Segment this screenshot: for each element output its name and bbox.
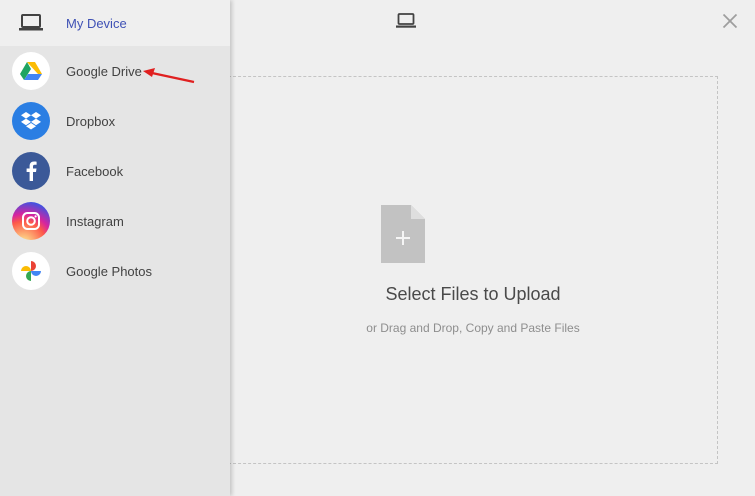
add-file-icon[interactable] xyxy=(381,205,425,263)
sidebar-item-facebook[interactable]: Facebook xyxy=(0,146,230,196)
drop-zone-subtitle: or Drag and Drop, Copy and Paste Files xyxy=(366,321,580,335)
sidebar-item-label: Google Drive xyxy=(66,63,142,79)
sidebar-item-label: My Device xyxy=(66,15,127,31)
sidebar-item-label: Dropbox xyxy=(66,113,116,129)
sidebar-item-dropbox[interactable]: Dropbox xyxy=(0,96,230,146)
sidebar-item-my-device[interactable]: My Device xyxy=(0,0,230,46)
sidebar-item-label: Google Photos xyxy=(66,263,153,279)
file-drop-zone[interactable]: Select Files to Upload or Drag and Drop,… xyxy=(228,76,718,464)
close-icon xyxy=(722,13,738,29)
laptop-icon xyxy=(18,10,44,36)
sidebar-item-label: Facebook xyxy=(66,163,124,179)
annotation-arrow xyxy=(143,68,195,84)
close-button[interactable] xyxy=(718,9,742,33)
sidebar-item-instagram[interactable]: Instagram xyxy=(0,196,230,246)
file-picker-dialog: My Device Google Drive Dropbox Facebook … xyxy=(0,0,755,496)
google-photos-icon xyxy=(12,252,50,290)
sidebar-item-google-photos[interactable]: Google Photos xyxy=(0,246,230,296)
dropbox-icon xyxy=(12,102,50,140)
upload-panel: Select Files to Upload or Drag and Drop,… xyxy=(228,0,755,496)
google-drive-icon xyxy=(12,52,50,90)
instagram-icon xyxy=(12,202,50,240)
sidebar-item-label: Instagram xyxy=(66,213,124,229)
laptop-icon xyxy=(394,11,418,31)
facebook-icon xyxy=(12,152,50,190)
drop-zone-title: Select Files to Upload xyxy=(385,284,561,304)
